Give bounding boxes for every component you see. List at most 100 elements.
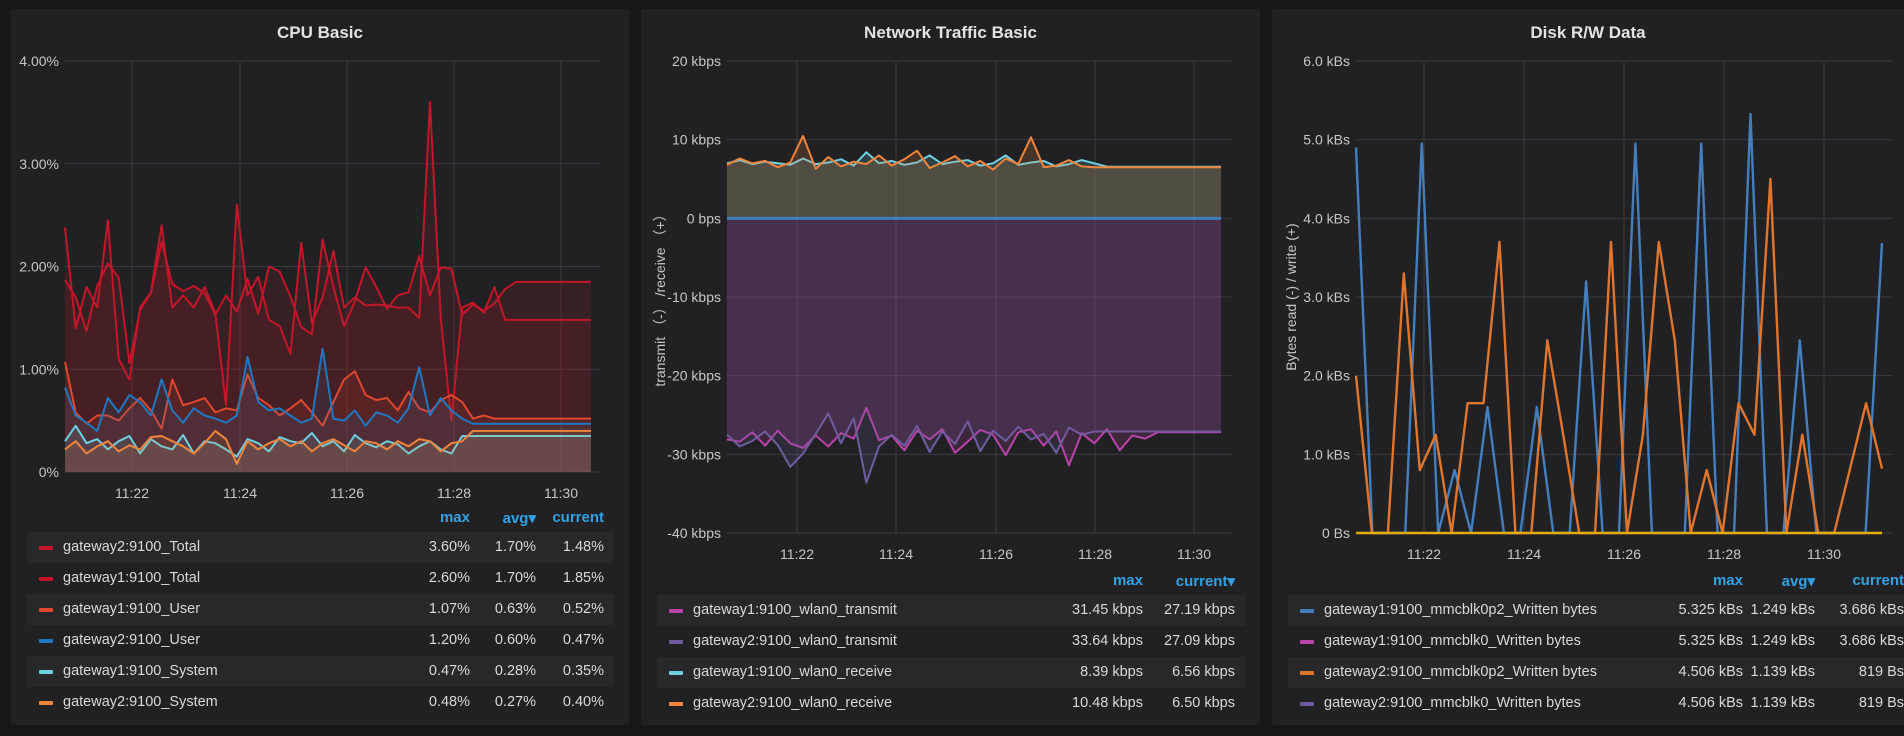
legend-item[interactable]: gateway1:9100_User 1.07% 0.63% 0.52%	[27, 594, 614, 625]
series-max: 5.325 kBs	[1678, 602, 1744, 618]
legend-header-current[interactable]: current	[552, 509, 604, 526]
series-color-swatch[interactable]	[39, 546, 53, 550]
legend-item[interactable]: gateway2:9100_wlan0_transmit 33.64 kbps …	[657, 626, 1245, 657]
legend-header-max[interactable]: max	[1713, 572, 1743, 589]
series-name[interactable]: gateway1:9100_mmcblk0p2_Written bytes	[1324, 602, 1597, 618]
series-name[interactable]: gateway1:9100_Total	[63, 570, 200, 586]
series-avg: 1.139 kBs	[1750, 664, 1816, 680]
legend-header: max avg▾ current	[27, 506, 614, 530]
legend-item[interactable]: gateway2:9100_mmcblk0_Written bytes 4.50…	[1288, 688, 1904, 719]
series-max: 0.48%	[428, 694, 470, 710]
series-name[interactable]: gateway1:9100_mmcblk0_Written bytes	[1324, 633, 1581, 649]
series-name[interactable]: gateway1:9100_wlan0_transmit	[693, 602, 897, 618]
series-avg: 1.249 kBs	[1750, 602, 1816, 618]
y-tick-label: 0%	[39, 464, 59, 480]
series-color-swatch[interactable]	[39, 639, 53, 643]
legend-header-max[interactable]: max	[1113, 572, 1143, 589]
series-max: 1.20%	[428, 632, 470, 648]
legend-item[interactable]: gateway2:9100_User 1.20% 0.60% 0.47%	[27, 625, 614, 656]
series-current: 0.35%	[562, 663, 604, 679]
y-tick-label: -40 kbps	[667, 525, 721, 541]
series-current: 3.686 kBs	[1839, 602, 1904, 618]
series-current: 0.40%	[562, 694, 604, 710]
legend-item[interactable]: gateway1:9100_System 0.47% 0.28% 0.35%	[27, 656, 614, 687]
series-name[interactable]: gateway1:9100_System	[63, 663, 218, 679]
series-color-swatch[interactable]	[669, 609, 683, 613]
series-color-swatch[interactable]	[39, 577, 53, 581]
series-name[interactable]: gateway2:9100_wlan0_transmit	[693, 633, 897, 649]
series-avg: 0.27%	[494, 694, 536, 710]
series-color-swatch[interactable]	[1300, 609, 1314, 613]
series-name[interactable]: gateway1:9100_wlan0_receive	[693, 664, 892, 680]
x-tick-label: 11:26	[1607, 546, 1641, 562]
series-name[interactable]: gateway2:9100_mmcblk0_Written bytes	[1324, 695, 1581, 711]
series-color-swatch[interactable]	[1300, 640, 1314, 644]
series-name[interactable]: gateway1:9100_User	[63, 601, 200, 617]
legend-item[interactable]: gateway1:9100_Total 2.60% 1.70% 1.85%	[27, 563, 614, 594]
legend-header-avg[interactable]: avg▾	[503, 509, 536, 527]
legend-header-max[interactable]: max	[440, 509, 470, 526]
legend-item[interactable]: gateway1:9100_mmcblk0_Written bytes 5.32…	[1288, 626, 1904, 657]
cpu-basic-chart[interactable]: 4.00% 3.00% 2.00% 1.00% 0% 11:22 11:24 11:26 11:…	[11, 9, 629, 509]
series-current: 6.56 kbps	[1172, 664, 1235, 680]
legend-header-avg[interactable]: avg▾	[1782, 572, 1815, 590]
legend-item[interactable]: gateway1:9100_mmcblk0p2_Written bytes 5.…	[1288, 595, 1904, 626]
y-tick-label: 3.00%	[19, 156, 59, 172]
y-tick-label: 2.0 kBs	[1303, 368, 1350, 384]
series-max: 3.60%	[428, 539, 470, 555]
x-tick-label: 11:30	[1177, 546, 1211, 562]
series-name[interactable]: gateway2:9100_User	[63, 632, 200, 648]
y-tick-label: -30 kbps	[667, 446, 721, 462]
series-current: 27.19 kbps	[1164, 602, 1235, 618]
series-avg: 1.70%	[494, 539, 536, 555]
series-current: 819 Bs	[1858, 695, 1904, 711]
y-tick-label: 6.0 kBs	[1303, 53, 1350, 69]
y-tick-label: 0 Bs	[1322, 525, 1350, 541]
series-color-swatch[interactable]	[39, 701, 53, 705]
series-max: 10.48 kbps	[1072, 695, 1143, 711]
series-current: 3.686 kBs	[1839, 633, 1904, 649]
x-tick-label: 11:24	[879, 546, 913, 562]
network-traffic-chart[interactable]: 20 kbps 10 kbps 0 bps -10 kbps -20 kbps -30 k…	[641, 9, 1260, 569]
x-tick-label: 11:26	[330, 485, 364, 501]
series-color-swatch[interactable]	[669, 702, 683, 706]
x-tick-label: 11:24	[223, 485, 257, 501]
legend-item[interactable]: gateway2:9100_wlan0_receive 10.48 kbps 6…	[657, 688, 1245, 719]
series-current: 1.85%	[562, 570, 604, 586]
legend-item[interactable]: gateway1:9100_wlan0_receive 8.39 kbps 6.…	[657, 657, 1245, 688]
y-tick-label: 5.0 kBs	[1303, 132, 1350, 148]
series-color-swatch[interactable]	[39, 670, 53, 674]
series-name[interactable]: gateway2:9100_Total	[63, 539, 200, 555]
series-name[interactable]: gateway2:9100_mmcblk0p2_Written bytes	[1324, 664, 1597, 680]
series-current: 27.09 kbps	[1164, 633, 1235, 649]
legend-item[interactable]: gateway2:9100_Total 3.60% 1.70% 1.48%	[27, 532, 614, 563]
series-color-swatch[interactable]	[669, 671, 683, 675]
disk-rw-chart[interactable]: 6.0 kBs 5.0 kBs 4.0 kBs 3.0 kBs 2.0 kBs 1.0 k…	[1272, 9, 1904, 569]
legend-item[interactable]: gateway1:9100_wlan0_transmit 31.45 kbps …	[657, 595, 1245, 626]
y-tick-label: 1.00%	[19, 361, 59, 377]
series-line	[1354, 112, 1884, 535]
y-axis-label: Bytes read (-) / write (+)	[1283, 223, 1299, 370]
legend-item[interactable]: gateway2:9100_mmcblk0p2_Written bytes 4.…	[1288, 657, 1904, 688]
x-tick-label: 11:22	[780, 546, 814, 562]
series-max: 33.64 kbps	[1072, 633, 1143, 649]
series-avg: 0.63%	[494, 601, 536, 617]
series-max: 5.325 kBs	[1678, 633, 1744, 649]
series-color-swatch[interactable]	[1300, 671, 1314, 675]
y-tick-label: -10 kbps	[667, 289, 721, 305]
legend-header-current[interactable]: current▾	[1176, 572, 1235, 590]
series-name[interactable]: gateway2:9100_System	[63, 694, 218, 710]
series-color-swatch[interactable]	[39, 608, 53, 612]
network-traffic-panel: Network Traffic Basic 20 kbps 10 kbps 0 bp…	[641, 9, 1260, 725]
series-avg: 1.249 kBs	[1750, 633, 1816, 649]
legend-header-current[interactable]: current	[1852, 572, 1904, 589]
series-color-swatch[interactable]	[1300, 702, 1314, 706]
x-tick-label: 11:24	[1507, 546, 1541, 562]
series-color-swatch[interactable]	[669, 640, 683, 644]
series-max: 4.506 kBs	[1678, 664, 1744, 680]
legend-item[interactable]: gateway2:9100_System 0.48% 0.27% 0.40%	[27, 687, 614, 718]
y-tick-label: 4.0 kBs	[1303, 210, 1350, 226]
legend-header: max avg▾ current	[1288, 569, 1904, 593]
y-tick-label: 2.00%	[19, 259, 59, 275]
series-name[interactable]: gateway2:9100_wlan0_receive	[693, 695, 892, 711]
